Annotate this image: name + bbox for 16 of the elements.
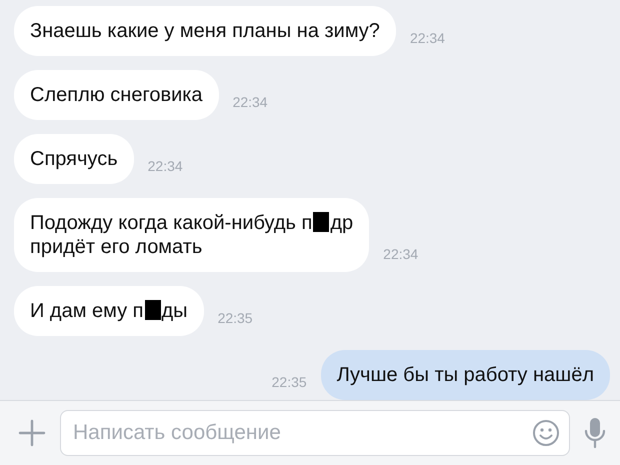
smiley-icon[interactable] bbox=[532, 419, 560, 447]
incoming-message: Знаешь какие у меня планы на зиму? bbox=[14, 6, 396, 56]
message-time: 22:34 bbox=[232, 94, 268, 112]
outgoing-message: Лучше бы ты работу нашёл bbox=[320, 350, 610, 400]
message-time: 22:34 bbox=[410, 30, 445, 48]
message-time: 22:34 bbox=[148, 158, 183, 176]
incoming-message: Спрячусь bbox=[14, 134, 134, 184]
message-time: 22:34 bbox=[383, 246, 418, 264]
message-time: 22:35 bbox=[218, 310, 253, 328]
plus-icon[interactable] bbox=[18, 419, 46, 447]
microphone-icon[interactable] bbox=[584, 417, 606, 449]
incoming-message: И дам ему п ды bbox=[14, 286, 204, 336]
incoming-message: Подожду когда какой-нибудь п др придёт его ломать bbox=[14, 198, 370, 272]
incoming-message: Слеплю снеговика bbox=[14, 70, 219, 120]
message-input-field[interactable]: Написать сообщение bbox=[60, 410, 570, 456]
message-time: 22:35 bbox=[272, 374, 307, 392]
